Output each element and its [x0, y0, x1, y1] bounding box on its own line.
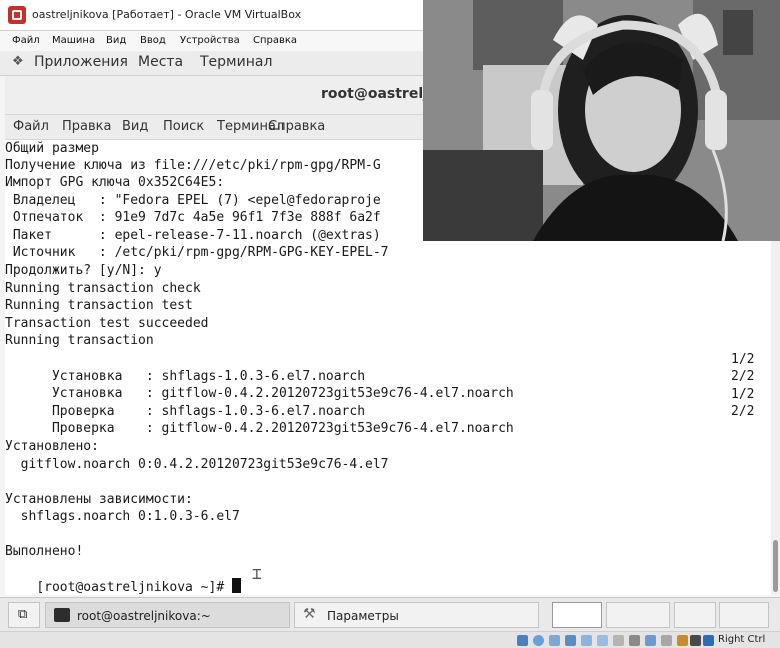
- output-line: Получение ключа из file:///etc/pki/rpm-g…: [5, 158, 381, 173]
- audio-icon[interactable]: [549, 635, 560, 646]
- term-menu-help[interactable]: Справка: [268, 119, 325, 134]
- output-line: Продолжить? [y/N]: y: [5, 263, 162, 278]
- transaction-row: Проверка : shflags-1.0.3-6.el7.noarch 1/…: [5, 386, 771, 419]
- shared-folders-icon[interactable]: [597, 635, 608, 646]
- vbox-menu-help[interactable]: Справка: [253, 35, 297, 46]
- optical-drive-icon[interactable]: [533, 635, 544, 646]
- vbox-menu-input[interactable]: Ввод: [140, 35, 166, 46]
- workspace-2[interactable]: [606, 602, 670, 628]
- virtualbox-app-icon: [8, 6, 26, 24]
- show-desktop-icon: ⧉: [18, 607, 28, 622]
- workspace-3[interactable]: [674, 602, 716, 628]
- transaction-count: 1/2: [731, 352, 755, 367]
- shell-prompt: [root@oastreljnikova ~]#: [36, 580, 232, 595]
- text-cursor: [231, 578, 241, 593]
- video-capture-icon[interactable]: [629, 635, 640, 646]
- done-message: Выполнено!: [5, 544, 84, 559]
- arrow-icon: [690, 635, 701, 646]
- gnome-bottom-taskbar: ⧉ root@oastreljnikova:~ ⚒ Параметры: [0, 597, 780, 632]
- hard-disk-icon[interactable]: [517, 635, 528, 646]
- output-line: Running transaction test: [5, 298, 193, 313]
- display-icon[interactable]: [613, 635, 624, 646]
- output-line: Владелец : "Fedora EPEL (7) <epel@fedora…: [5, 193, 381, 208]
- taskbar-terminal-task[interactable]: root@oastreljnikova:~: [45, 602, 290, 628]
- show-desktop-button[interactable]: ⧉: [8, 602, 40, 628]
- term-menu-file[interactable]: Файл: [13, 119, 49, 134]
- dependency-package: shflags.noarch 0:1.0.3-6.el7: [5, 509, 240, 524]
- gnome-applications-menu[interactable]: Приложения: [34, 54, 128, 70]
- scrollbar-thumb[interactable]: [773, 540, 778, 592]
- transaction-count: 2/2: [731, 369, 755, 384]
- vbox-menu-machine[interactable]: Машина: [52, 35, 95, 46]
- terminal-icon: [54, 608, 70, 622]
- settings-task-label: Параметры: [327, 609, 399, 623]
- output-line: Running transaction: [5, 333, 154, 348]
- transaction-step: Проверка : gitflow-0.4.2.20120723git53e9…: [36, 421, 514, 436]
- workspace-4[interactable]: [719, 602, 769, 628]
- host-key-label: Right Ctrl: [718, 634, 766, 645]
- apps-footprint-icon: ❖: [12, 54, 24, 69]
- network-icon[interactable]: [565, 635, 576, 646]
- installed-header: Установлено:: [5, 439, 99, 454]
- term-menu-search[interactable]: Поиск: [163, 119, 204, 134]
- transaction-count: 1/2: [731, 387, 755, 402]
- ibeam-cursor-icon: ⌶: [252, 564, 262, 583]
- mouse-integration-icon[interactable]: [661, 635, 672, 646]
- term-menu-edit[interactable]: Правка: [62, 119, 111, 134]
- usb-icon[interactable]: [581, 635, 592, 646]
- vbox-menu-file[interactable]: Файл: [12, 35, 40, 46]
- output-line: Отпечаток : 91e9 7d7c 4a5e 96f1 7f3e 888…: [5, 210, 381, 225]
- vbox-menu-devices[interactable]: Устройства: [180, 35, 240, 46]
- shell-prompt-line[interactable]: [root@oastreljnikova ~]#: [5, 561, 241, 595]
- installed-package: gitflow.noarch 0:0.4.2.20120723git53e9c7…: [5, 457, 389, 472]
- output-line: Пакет : epel-release-7-11.noarch (@extra…: [5, 228, 381, 243]
- webcam-image: [423, 0, 780, 241]
- gnome-terminal-menu[interactable]: Терминал: [200, 54, 272, 70]
- transaction-row: Установка : shflags-1.0.3-6.el7.noarch 1…: [5, 351, 771, 384]
- settings-tools-icon: ⚒: [303, 606, 316, 622]
- output-line: Источник : /etc/pki/rpm-gpg/RPM-GPG-KEY-…: [5, 245, 389, 260]
- output-line: Running transaction check: [5, 281, 201, 296]
- gnome-places-menu[interactable]: Места: [138, 54, 183, 70]
- dependencies-header: Установлены зависимости:: [5, 492, 193, 507]
- taskbar-settings-task[interactable]: ⚒ Параметры: [294, 602, 539, 628]
- output-line: Общий размер: [5, 141, 99, 156]
- term-menu-view[interactable]: Вид: [122, 119, 148, 134]
- transaction-row: Установка : gitflow-0.4.2.20120723git53e…: [5, 368, 771, 401]
- cpu-icon[interactable]: [645, 635, 656, 646]
- vbox-status-bar: Right Ctrl: [0, 631, 780, 648]
- output-line: Transaction test succeeded: [5, 316, 209, 331]
- transaction-count: 2/2: [731, 404, 755, 419]
- webcam-overlay: [423, 0, 780, 241]
- transaction-row: Проверка : gitflow-0.4.2.20120723git53e9…: [5, 403, 771, 436]
- terminal-task-label: root@oastreljnikova:~: [77, 609, 211, 623]
- workspace-1[interactable]: [552, 602, 602, 628]
- vbox-window-title: oastreljnikova [Работает] - Oracle VM Vi…: [32, 8, 302, 21]
- host-key-arrow-icon: [703, 635, 714, 646]
- output-line: Импорт GPG ключа 0x352C64E5:: [5, 175, 225, 190]
- execution-engine-icon[interactable]: [677, 635, 688, 646]
- vbox-menu-view[interactable]: Вид: [106, 35, 126, 46]
